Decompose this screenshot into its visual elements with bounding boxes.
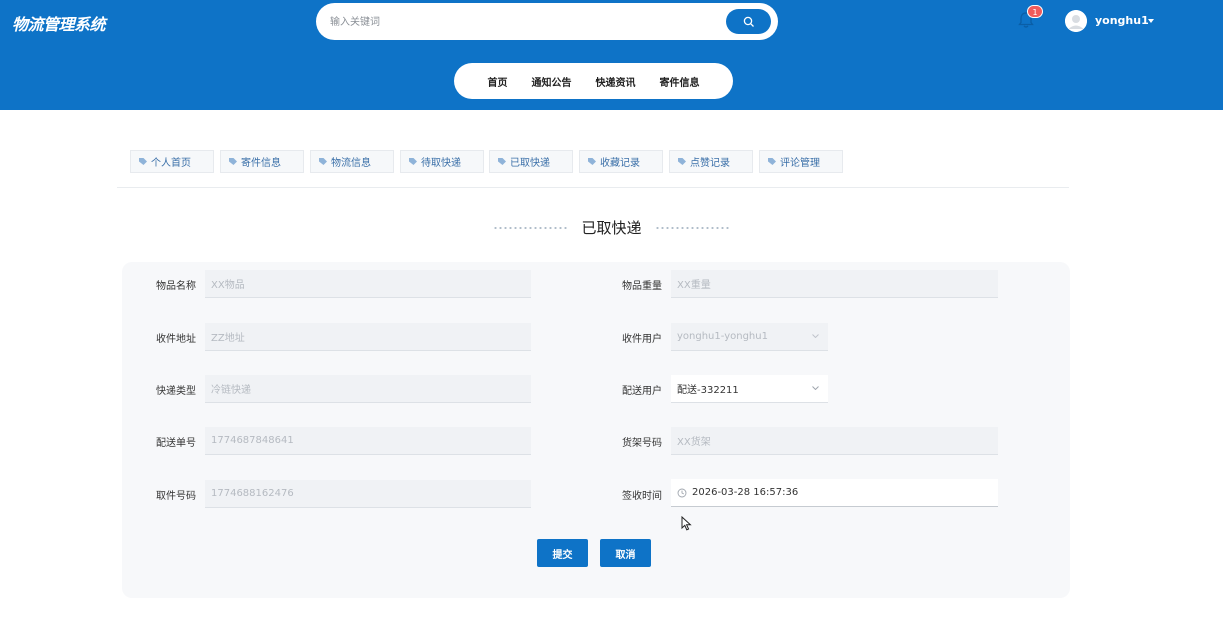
- tab-logistics-info[interactable]: 物流信息: [310, 150, 394, 173]
- delivery-no-label: 配送单号: [156, 438, 196, 449]
- tab-shipping-info[interactable]: 寄件信息: [220, 150, 304, 173]
- avatar[interactable]: [1065, 10, 1087, 32]
- tag-icon: [229, 157, 237, 165]
- cancel-button[interactable]: 取消: [600, 539, 651, 567]
- chevron-down-icon: [812, 386, 819, 390]
- chevron-down-icon: [812, 334, 819, 338]
- tab-picked-up[interactable]: 已取快递: [489, 150, 573, 173]
- sign-time-value: 2026-03-28 16:57:36: [692, 487, 799, 498]
- delivery-user-label: 配送用户: [622, 386, 662, 397]
- pickup-no-field[interactable]: 1774688162476: [205, 480, 531, 508]
- express-type-field[interactable]: 冷链快递: [205, 375, 531, 403]
- mouse-cursor-icon: [681, 516, 692, 531]
- tag-icon: [498, 157, 506, 165]
- recv-address-field[interactable]: ZZ地址: [205, 323, 531, 351]
- section-heading: 已取快递: [0, 217, 1223, 238]
- search-input[interactable]: [330, 12, 710, 32]
- nav-item-shipping-info[interactable]: 寄件信息: [648, 74, 712, 89]
- decorative-dots-right: [654, 225, 730, 230]
- tag-icon: [139, 157, 147, 165]
- delivery-no-field[interactable]: 1774687848641: [205, 427, 531, 455]
- tabs-divider: [117, 187, 1069, 188]
- nav-item-home[interactable]: 首页: [476, 74, 520, 89]
- top-header: 物流管理系统 1 yonghu1 首页 通知公告 快递资讯 寄件信息: [0, 0, 1223, 110]
- page-title: 已取快递: [581, 219, 642, 237]
- item-name-label: 物品名称: [156, 281, 196, 292]
- search-button[interactable]: [726, 9, 771, 34]
- delivery-user-value: 配送-332211: [677, 385, 739, 396]
- express-type-label: 快递类型: [156, 386, 196, 397]
- nav-item-express-news[interactable]: 快递资讯: [584, 74, 648, 89]
- shelf-no-field[interactable]: XX货架: [671, 427, 998, 455]
- item-weight-field[interactable]: XX重量: [671, 270, 998, 298]
- submit-button[interactable]: 提交: [537, 539, 588, 567]
- recv-address-label: 收件地址: [156, 334, 196, 345]
- tag-icon: [409, 157, 417, 165]
- recv-user-select[interactable]: yonghu1-yonghu1: [671, 323, 828, 351]
- nav-item-notices[interactable]: 通知公告: [520, 74, 584, 89]
- sign-time-label: 签收时间: [622, 491, 662, 502]
- delivery-user-select[interactable]: 配送-332211: [671, 375, 828, 403]
- tab-favorites[interactable]: 收藏记录: [579, 150, 663, 173]
- sign-time-picker[interactable]: 2026-03-28 16:57:36: [671, 479, 998, 507]
- recv-user-value: yonghu1-yonghu1: [677, 331, 768, 342]
- app-logo-title[interactable]: 物流管理系统: [12, 11, 106, 35]
- notification-badge: 1: [1027, 5, 1043, 18]
- clock-icon: [677, 488, 687, 497]
- tag-icon: [588, 157, 596, 165]
- shelf-no-label: 货架号码: [622, 438, 662, 449]
- recv-user-label: 收件用户: [622, 334, 662, 345]
- tab-likes[interactable]: 点赞记录: [669, 150, 753, 173]
- decorative-dots-left: [493, 225, 569, 230]
- main-nav: 首页 通知公告 快递资讯 寄件信息: [454, 63, 733, 99]
- tag-icon: [678, 157, 686, 165]
- item-name-field[interactable]: XX物品: [205, 270, 531, 298]
- tab-pending-pickup[interactable]: 待取快递: [400, 150, 484, 173]
- item-weight-label: 物品重量: [622, 281, 662, 292]
- user-dropdown-caret-icon[interactable]: [1148, 19, 1154, 23]
- pickup-no-label: 取件号码: [156, 491, 196, 502]
- tab-personal-home[interactable]: 个人首页: [130, 150, 214, 173]
- tab-comments[interactable]: 评论管理: [759, 150, 843, 173]
- tag-icon: [768, 157, 776, 165]
- search-icon: [743, 16, 754, 27]
- tag-icon: [319, 157, 327, 165]
- user-avatar-icon: [1065, 10, 1087, 32]
- search-bar: [316, 3, 778, 40]
- username[interactable]: yonghu1: [1095, 14, 1149, 27]
